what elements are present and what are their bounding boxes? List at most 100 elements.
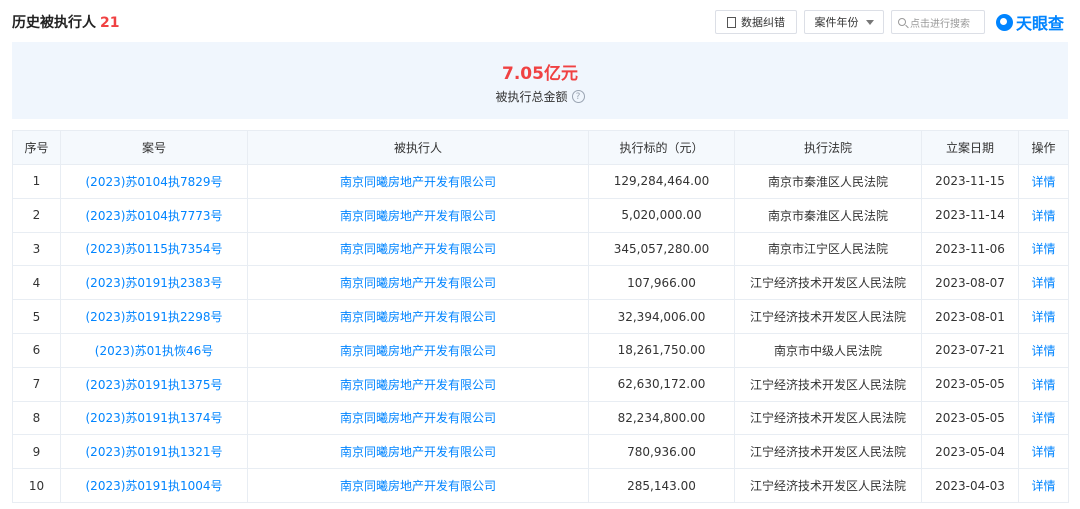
court: 南京市秦淮区人民法院 xyxy=(734,197,922,233)
case-year-dropdown[interactable]: 案件年份 xyxy=(804,10,884,34)
case-number-link[interactable]: (2023)苏01执恢46号 xyxy=(60,332,248,368)
section-title: 历史被执行人 21 xyxy=(12,12,119,32)
row-index: 10 xyxy=(12,468,61,503)
amount: 107,966.00 xyxy=(588,265,735,301)
party-link[interactable]: 南京同曦房地产开发有限公司 xyxy=(247,366,589,402)
party-link[interactable]: 南京同曦房地产开发有限公司 xyxy=(247,265,589,301)
row-index: 7 xyxy=(12,366,61,402)
court: 南京市江宁区人民法院 xyxy=(734,231,922,267)
row-index: 1 xyxy=(12,164,61,199)
party-link[interactable]: 南京同曦房地产开发有限公司 xyxy=(247,299,589,334)
table-row: 4 (2023)苏0191执2383号 南京同曦房地产开发有限公司 107,966.0… xyxy=(12,265,1069,301)
col-action-header: 操作 xyxy=(1018,130,1069,165)
details-link[interactable]: 详情 xyxy=(1018,299,1069,334)
amount: 82,234,800.00 xyxy=(588,400,735,436)
row-index: 4 xyxy=(12,265,61,301)
amount: 780,936.00 xyxy=(588,434,735,470)
table-row: 6 (2023)苏01执恢46号 南京同曦房地产开发有限公司 18,261,750.0… xyxy=(12,332,1069,368)
row-index: 9 xyxy=(12,434,61,470)
court: 南京市秦淮区人民法院 xyxy=(734,164,922,199)
row-index: 8 xyxy=(12,400,61,436)
summary-panel: 7.05亿元 被执行总金额 ? xyxy=(12,42,1068,119)
data-correction-button[interactable]: 数据纠错 xyxy=(715,10,797,34)
help-icon[interactable]: ? xyxy=(571,90,585,103)
col-index-header: 序号 xyxy=(12,130,61,165)
court: 江宁经济技术开发区人民法院 xyxy=(734,265,922,301)
col-case-number-header: 案号 xyxy=(60,130,248,165)
details-link[interactable]: 详情 xyxy=(1018,265,1069,301)
table-row: 1 (2023)苏0104执7829号 南京同曦房地产开发有限公司 129,284,4… xyxy=(12,164,1069,199)
record-count: 21 xyxy=(100,15,120,31)
amount: 62,630,172.00 xyxy=(588,366,735,402)
filing-date: 2023-04-03 xyxy=(921,468,1019,503)
details-link[interactable]: 详情 xyxy=(1018,197,1069,233)
table-row: 7 (2023)苏0191执1375号 南京同曦房地产开发有限公司 62,630,17… xyxy=(12,366,1069,402)
case-number-link[interactable]: (2023)苏0104执7829号 xyxy=(60,164,248,199)
logo-text: 天眼查 xyxy=(1016,14,1065,33)
caret-down-icon xyxy=(865,19,874,25)
row-index: 3 xyxy=(12,231,61,267)
details-link[interactable]: 详情 xyxy=(1018,332,1069,368)
table-row: 8 (2023)苏0191执1374号 南京同曦房地产开发有限公司 82,234,80… xyxy=(12,400,1069,436)
filing-date: 2023-05-04 xyxy=(921,434,1019,470)
case-number-link[interactable]: (2023)苏0191执2383号 xyxy=(60,265,248,301)
col-filing-date-header: 立案日期 xyxy=(921,130,1019,165)
table-row: 2 (2023)苏0104执7773号 南京同曦房地产开发有限公司 5,020,000… xyxy=(12,197,1069,233)
case-number-link[interactable]: (2023)苏0191执1321号 xyxy=(60,434,248,470)
table-row: 10 (2023)苏0191执1004号 南京同曦房地产开发有限公司 285,143.… xyxy=(12,468,1069,503)
party-link[interactable]: 南京同曦房地产开发有限公司 xyxy=(247,164,589,199)
case-number-link[interactable]: (2023)苏0191执1374号 xyxy=(60,400,248,436)
col-amount-header: 执行标的（元） xyxy=(588,130,735,165)
table-header-row: 序号 案号 被执行人 执行标的（元） 执行法院 立案日期 操作 xyxy=(12,130,1069,165)
court: 江宁经济技术开发区人民法院 xyxy=(734,366,922,402)
amount: 345,057,280.00 xyxy=(588,231,735,267)
col-party-header: 被执行人 xyxy=(247,130,589,165)
party-link[interactable]: 南京同曦房地产开发有限公司 xyxy=(247,434,589,470)
tianyancha-logo: 天眼查 xyxy=(996,10,1064,34)
court: 南京市中级人民法院 xyxy=(734,332,922,368)
data-correction-label: 数据纠错 xyxy=(741,16,785,29)
case-number-link[interactable]: (2023)苏0104执7773号 xyxy=(60,197,248,233)
row-index: 5 xyxy=(12,299,61,334)
court: 江宁经济技术开发区人民法院 xyxy=(734,299,922,334)
search-placeholder: 点击进行搜索 xyxy=(910,18,970,30)
amount: 18,261,750.00 xyxy=(588,332,735,368)
details-link[interactable]: 详情 xyxy=(1018,468,1069,503)
party-link[interactable]: 南京同曦房地产开发有限公司 xyxy=(247,400,589,436)
document-icon xyxy=(727,16,736,28)
header-bar: 历史被执行人 21 数据纠错 案件年份 点击进行搜索 天眼查 xyxy=(0,0,1080,42)
case-year-label: 案件年份 xyxy=(814,16,859,29)
filing-date: 2023-11-14 xyxy=(921,197,1019,233)
total-amount-label-row: 被执行总金额 ? xyxy=(12,88,1068,105)
party-link[interactable]: 南京同曦房地产开发有限公司 xyxy=(247,332,589,368)
details-link[interactable]: 详情 xyxy=(1018,400,1069,436)
filing-date: 2023-07-21 xyxy=(921,332,1019,368)
details-link[interactable]: 详情 xyxy=(1018,434,1069,470)
party-link[interactable]: 南京同曦房地产开发有限公司 xyxy=(247,197,589,233)
case-number-link[interactable]: (2023)苏0191执1004号 xyxy=(60,468,248,503)
filing-date: 2023-11-06 xyxy=(921,231,1019,267)
col-court-header: 执行法院 xyxy=(734,130,922,165)
search-icon xyxy=(898,18,906,26)
details-link[interactable]: 详情 xyxy=(1018,366,1069,402)
details-link[interactable]: 详情 xyxy=(1018,164,1069,199)
amount: 5,020,000.00 xyxy=(588,197,735,233)
logo-icon xyxy=(996,13,1013,31)
case-number-link[interactable]: (2023)苏0191执2298号 xyxy=(60,299,248,334)
total-amount: 7.05亿元 xyxy=(502,64,578,84)
filing-date: 2023-11-15 xyxy=(921,164,1019,199)
case-number-link[interactable]: (2023)苏0115执7354号 xyxy=(60,231,248,267)
table-row: 9 (2023)苏0191执1321号 南京同曦房地产开发有限公司 780,936.0… xyxy=(12,434,1069,470)
case-number-link[interactable]: (2023)苏0191执1375号 xyxy=(60,366,248,402)
amount: 32,394,006.00 xyxy=(588,299,735,334)
party-link[interactable]: 南京同曦房地产开发有限公司 xyxy=(247,231,589,267)
filing-date: 2023-08-07 xyxy=(921,265,1019,301)
execution-table: 序号 案号 被执行人 执行标的（元） 执行法院 立案日期 操作 1 (2023)苏0104执7… xyxy=(12,130,1069,503)
party-link[interactable]: 南京同曦房地产开发有限公司 xyxy=(247,468,589,503)
table-row: 5 (2023)苏0191执2298号 南京同曦房地产开发有限公司 32,394,00… xyxy=(12,299,1069,334)
court: 江宁经济技术开发区人民法院 xyxy=(734,400,922,436)
table-row: 3 (2023)苏0115执7354号 南京同曦房地产开发有限公司 345,057,2… xyxy=(12,231,1069,267)
filing-date: 2023-05-05 xyxy=(921,400,1019,436)
search-input[interactable]: 点击进行搜索 xyxy=(891,10,985,34)
details-link[interactable]: 详情 xyxy=(1018,231,1069,267)
